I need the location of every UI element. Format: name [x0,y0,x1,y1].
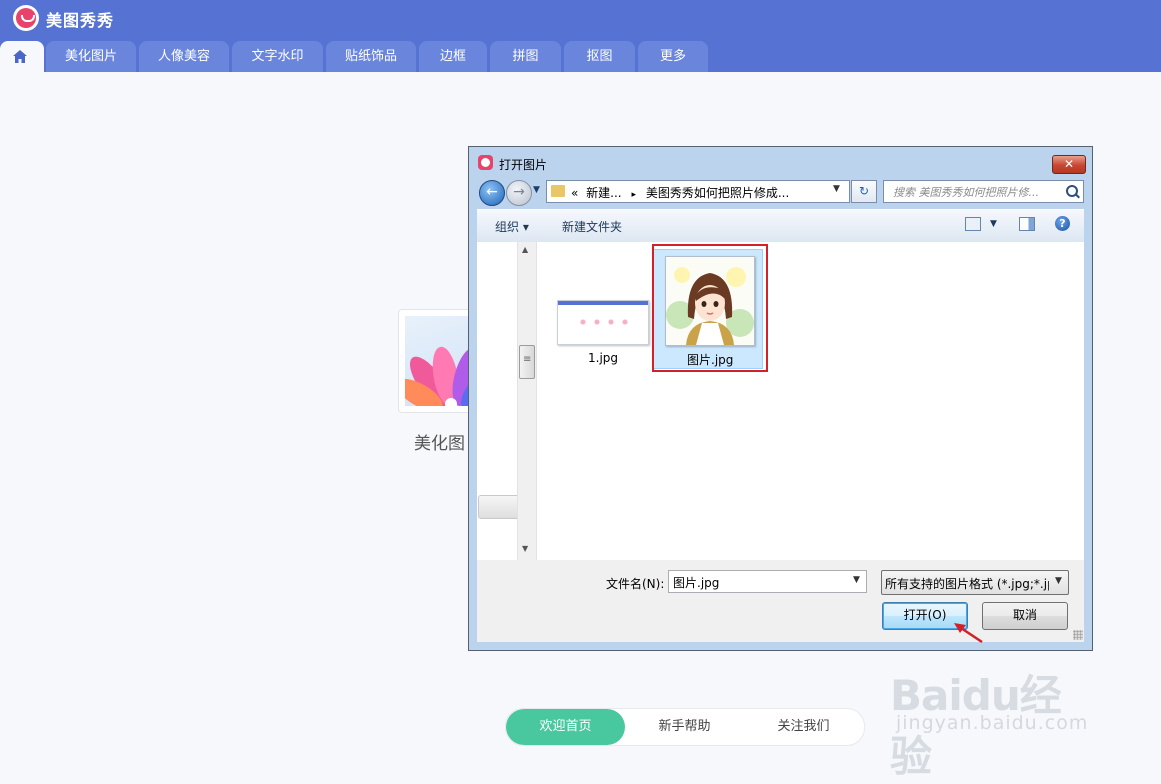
file-type-dropdown-icon[interactable]: ▼ [1055,576,1062,586]
back-button[interactable]: ← [479,180,505,206]
tab-text-watermark[interactable]: 文字水印 [232,41,323,72]
tab-stickers[interactable]: 贴纸饰品 [326,41,416,72]
tab-frames[interactable]: 边框 [419,41,487,72]
scroll-up-arrow-icon[interactable]: ▲ [522,245,528,254]
close-button[interactable]: ✕ [1052,155,1086,174]
preview-pane-icon[interactable] [1019,217,1035,231]
forward-button[interactable]: → [506,180,532,206]
filename-value: 图片.jpg [673,576,720,590]
tab-more[interactable]: 更多 [638,41,708,72]
nav-welcome[interactable]: 欢迎首页 [506,709,625,745]
file-name-1[interactable]: 1.jpg [588,351,618,365]
help-icon[interactable]: ? [1055,216,1070,231]
search-icon[interactable] [1066,185,1078,197]
tab-home[interactable] [0,41,44,72]
filename-input[interactable]: 图片.jpg ▼ [668,570,867,593]
scroll-down-arrow-icon[interactable]: ▼ [522,544,528,553]
scroll-thumb[interactable] [519,345,535,379]
bottom-nav: 欢迎首页 新手帮助 关注我们 [505,708,865,746]
refresh-button[interactable]: ↻ [851,180,877,203]
annotation-arrow-icon [954,623,983,644]
watermark-url: jingyan.baidu.com [896,712,1089,734]
address-bar[interactable]: « 新建... ▸ 美图秀秀如何把照片修成... ▼ [546,180,850,203]
organize-menu[interactable]: 组织 ▾ [495,218,529,235]
filename-dropdown-icon[interactable]: ▼ [853,575,860,585]
dialog-footer: 文件名(N): 图片.jpg ▼ 所有支持的图片格式 (*.jpg;*.jp ▼… [477,560,1084,642]
navigation-bar: ← → ▼ « 新建... ▸ 美图秀秀如何把照片修成... ▼ ↻ 搜索 美图… [477,179,1084,206]
tab-cutout[interactable]: 抠图 [564,41,635,72]
cancel-button[interactable]: 取消 [982,602,1068,630]
selection-highlight-box [652,244,768,372]
open-file-dialog: 打开图片 ✕ ← → ▼ « 新建... ▸ 美图秀秀如何把照片修成... ▼ … [468,146,1093,651]
tab-beautify[interactable]: 美化图片 [46,41,136,72]
nav-pane-scrollbar[interactable]: ▲ ▼ [517,242,537,560]
address-prefix[interactable]: « [571,186,578,200]
address-separator[interactable]: ▸ [631,190,636,200]
address-path: « 新建... ▸ 美图秀秀如何把照片修成... [571,184,789,201]
meitu-logo-icon [13,5,39,31]
file-type-value: 所有支持的图片格式 (*.jpg;*.jp [885,577,1049,591]
nav-help[interactable]: 新手帮助 [625,709,744,745]
new-folder-button[interactable]: 新建文件夹 [562,218,622,235]
search-placeholder: 搜索 美图秀秀如何把照片修... [893,186,1039,199]
file-type-filter[interactable]: 所有支持的图片格式 (*.jpg;*.jp ▼ [881,570,1069,595]
view-options-icon[interactable] [965,217,981,231]
file-thumbnail-1[interactable] [557,300,649,345]
home-icon [13,50,27,63]
nav-follow[interactable]: 关注我们 [744,709,863,745]
file-browser: ▲ ▼ 1.jpg 图 [477,242,1084,560]
tab-portrait[interactable]: 人像美容 [139,41,229,72]
resize-grip-icon[interactable] [1073,630,1083,640]
address-segment-1[interactable]: 新建... [586,186,621,200]
dialog-toolbar: 组织 ▾ 新建文件夹 ▼ ? [477,209,1084,243]
history-dropdown-icon[interactable]: ▼ [533,185,540,195]
app-header: 美图秀秀 美化图片 人像美容 文字水印 贴纸饰品 边框 拼图 抠图 更多 [0,0,1161,72]
baidu-watermark: Baidu经验 jingyan.baidu.com [890,662,1100,781]
view-dropdown-icon[interactable]: ▼ [990,219,997,229]
folder-icon [551,185,565,197]
dialog-app-icon [478,155,493,170]
tab-collage[interactable]: 拼图 [490,41,561,72]
filename-label: 文件名(N): [606,577,665,591]
search-input[interactable]: 搜索 美图秀秀如何把照片修... [883,180,1084,203]
beautify-feature-label: 美化图 [414,434,465,454]
address-segment-2[interactable]: 美图秀秀如何把照片修成... [646,186,789,200]
navigation-pane [477,242,518,560]
address-dropdown-icon[interactable]: ▼ [833,184,840,194]
dialog-title: 打开图片 [499,158,548,172]
app-title: 美图秀秀 [46,11,115,30]
nav-pane-item[interactable] [478,495,518,519]
